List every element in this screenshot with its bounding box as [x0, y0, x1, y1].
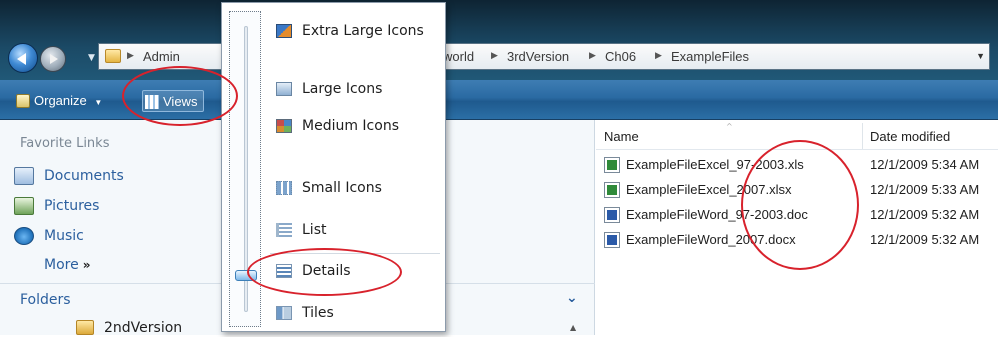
chevron-down-icon: ▼ — [94, 98, 103, 107]
folder-icon — [105, 49, 121, 63]
menu-separator — [270, 253, 440, 254]
column-header-date-modified[interactable]: Date modified — [870, 129, 950, 144]
chevron-down-icon[interactable]: ⌄ — [566, 290, 578, 306]
folder-icon — [76, 320, 94, 335]
favorite-link-pictures[interactable]: Pictures — [14, 196, 99, 216]
views-menu: Extra Large Icons Large Icons Medium Ico… — [221, 2, 446, 332]
tiles-icon — [276, 306, 292, 320]
more-label: More — [44, 257, 79, 273]
views-label: Views — [163, 94, 198, 109]
file-name: ExampleFileWord_97-2003.doc — [626, 207, 808, 222]
menu-item-small-icons[interactable]: Small Icons — [276, 177, 382, 199]
folder-tree-item[interactable]: 2ndVersion — [76, 319, 182, 337]
excel-file-icon — [604, 182, 620, 198]
view-size-slider[interactable] — [229, 11, 261, 327]
slider-thumb[interactable] — [235, 270, 257, 281]
back-button[interactable] — [8, 43, 38, 73]
list-icon — [276, 223, 292, 237]
details-icon — [276, 264, 292, 278]
menu-item-label: Tiles — [302, 305, 334, 321]
breadcrumb-arrow-icon[interactable]: ▶ — [127, 50, 134, 61]
file-date: 12/1/2009 5:32 AM — [870, 232, 980, 247]
breadcrumb-arrow-icon[interactable]: ▶ — [589, 50, 596, 61]
music-icon — [14, 227, 34, 245]
recent-pages-dropdown-icon[interactable]: ▼ — [88, 53, 95, 63]
column-header-row: ^ Name Date modified — [596, 120, 998, 150]
more-links-button[interactable]: More» — [44, 257, 90, 273]
organize-icon — [16, 94, 30, 108]
title-bar: ▼ ▶ Admin world ▶ 3rdVersion ▶ Ch06 ▶ Ex… — [0, 0, 998, 80]
file-date: 12/1/2009 5:34 AM — [870, 157, 980, 172]
column-header-name[interactable]: Name — [604, 129, 639, 144]
menu-item-label: Medium Icons — [302, 118, 399, 134]
medium-icons-icon — [276, 119, 292, 133]
organize-button[interactable]: Organize ▼ — [14, 90, 102, 112]
file-row[interactable]: ExampleFileWord_2007.docx 12/1/2009 5:32… — [604, 229, 998, 251]
double-chevron-right-icon: » — [82, 258, 91, 272]
menu-item-label: Details — [302, 263, 351, 279]
folders-section-label[interactable]: Folders — [20, 292, 71, 308]
favorite-link-label: Pictures — [44, 198, 100, 214]
file-name: ExampleFileExcel_2007.xlsx — [626, 182, 792, 197]
forward-button[interactable] — [40, 46, 66, 72]
file-list: ^ Name Date modified ExampleFileExcel_97… — [596, 120, 998, 335]
pictures-icon — [14, 197, 34, 215]
menu-item-details[interactable]: Details — [276, 260, 351, 282]
extra-large-icons-icon — [276, 24, 292, 38]
file-name: ExampleFileWord_2007.docx — [626, 232, 796, 247]
file-name: ExampleFileExcel_97-2003.xls — [626, 157, 804, 172]
favorite-links-title: Favorite Links — [20, 136, 110, 151]
scroll-up-icon[interactable]: ▲ — [570, 323, 576, 332]
breadcrumb-examplefiles[interactable]: ExampleFiles — [671, 49, 749, 64]
menu-item-label: Extra Large Icons — [302, 23, 424, 39]
organize-label: Organize — [34, 93, 87, 108]
favorite-link-label: Music — [44, 228, 84, 244]
favorite-link-label: Documents — [44, 168, 124, 184]
file-date: 12/1/2009 5:32 AM — [870, 207, 980, 222]
file-date: 12/1/2009 5:33 AM — [870, 182, 980, 197]
menu-item-label: Small Icons — [302, 180, 382, 196]
menu-item-medium-icons[interactable]: Medium Icons — [276, 115, 399, 137]
menu-item-large-icons[interactable]: Large Icons — [276, 78, 382, 100]
breadcrumb-admin[interactable]: Admin — [143, 49, 180, 64]
word-file-icon — [604, 232, 620, 248]
menu-item-label: Large Icons — [302, 81, 383, 97]
file-row[interactable]: ExampleFileWord_97-2003.doc 12/1/2009 5:… — [604, 204, 998, 226]
menu-item-label: List — [302, 222, 327, 238]
sort-arrow-icon: ^ — [726, 122, 733, 131]
documents-icon — [14, 167, 34, 185]
breadcrumb-world[interactable]: world — [443, 49, 474, 64]
address-dropdown-icon[interactable]: ▼ — [976, 51, 985, 61]
file-row[interactable]: ExampleFileExcel_97-2003.xls 12/1/2009 5… — [604, 154, 998, 176]
folder-tree-label: 2ndVersion — [104, 320, 183, 336]
small-icons-icon — [276, 181, 292, 195]
file-row[interactable]: ExampleFileExcel_2007.xlsx 12/1/2009 5:3… — [604, 179, 998, 201]
breadcrumb-ch06[interactable]: Ch06 — [605, 49, 636, 64]
views-icon — [145, 95, 159, 109]
favorite-link-music[interactable]: Music — [14, 226, 84, 246]
menu-item-tiles[interactable]: Tiles — [276, 302, 334, 324]
large-icons-icon — [276, 82, 292, 96]
views-button[interactable]: Views — [142, 90, 205, 112]
column-separator[interactable] — [862, 123, 863, 149]
command-bar: Organize ▼ Views — [0, 80, 998, 120]
word-file-icon — [604, 207, 620, 223]
breadcrumb-3rdversion[interactable]: 3rdVersion — [507, 49, 569, 64]
breadcrumb-arrow-icon[interactable]: ▶ — [491, 50, 498, 61]
menu-item-extra-large-icons[interactable]: Extra Large Icons — [276, 20, 424, 42]
menu-item-list[interactable]: List — [276, 219, 326, 241]
excel-file-icon — [604, 157, 620, 173]
breadcrumb-arrow-icon[interactable]: ▶ — [655, 50, 662, 61]
favorite-link-documents[interactable]: Documents — [14, 166, 124, 186]
